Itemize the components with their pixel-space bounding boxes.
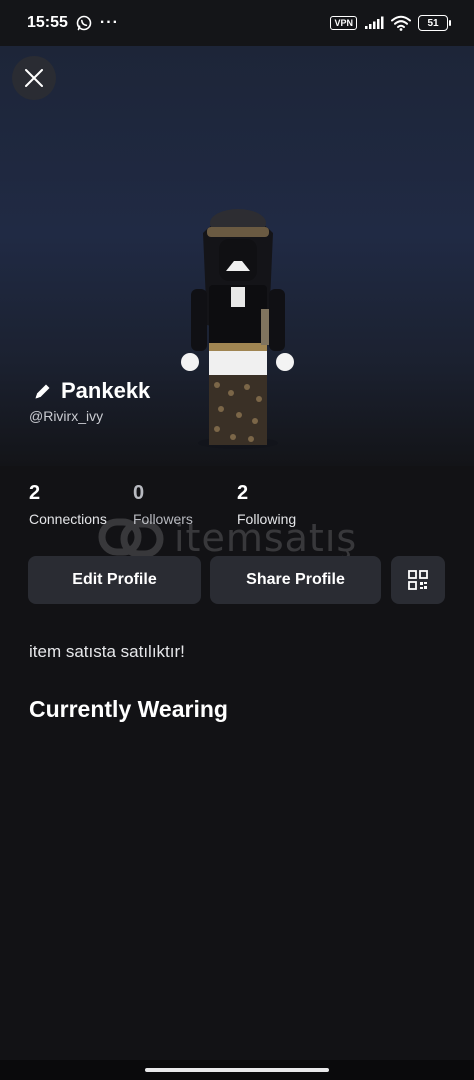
close-icon	[25, 69, 43, 87]
vpn-badge: VPN	[330, 16, 357, 30]
profile-bio: item satısta satılıktır!	[29, 642, 185, 661]
edit-profile-button[interactable]: Edit Profile	[28, 556, 201, 604]
stat-label: Connections	[29, 511, 107, 527]
display-name: Pankekk	[61, 378, 151, 403]
display-name-row: Pankekk	[33, 378, 150, 404]
pencil-icon[interactable]	[33, 381, 53, 401]
wifi-icon	[391, 15, 411, 31]
stat-label: Followers	[133, 511, 193, 527]
username: @Rivirx_ivy	[29, 408, 104, 424]
home-indicator[interactable]	[145, 1068, 329, 1072]
status-time: 15:55	[27, 14, 68, 31]
avatar-image	[181, 209, 294, 449]
currently-wearing-heading: Currently Wearing	[29, 696, 228, 722]
share-profile-button[interactable]: Share Profile	[210, 556, 381, 604]
whatsapp-icon	[76, 15, 92, 31]
signal-icon	[365, 16, 384, 29]
stat-label: Following	[237, 511, 297, 527]
stat-value: 2	[29, 482, 41, 504]
stat-connections[interactable]: 2 Connections	[29, 482, 107, 527]
stat-followers[interactable]: 0 Followers	[133, 482, 193, 527]
qr-code-button[interactable]	[391, 556, 445, 604]
stat-value: 2	[237, 482, 249, 504]
more-notifications-icon: ···	[99, 14, 119, 31]
close-button[interactable]	[12, 56, 56, 100]
stat-value: 0	[133, 482, 145, 504]
battery-icon: 51	[418, 15, 451, 31]
stat-following[interactable]: 2 Following	[237, 482, 296, 527]
qr-code-icon	[408, 570, 428, 590]
status-bar: 15:55 ··· VPN 51	[0, 0, 474, 46]
